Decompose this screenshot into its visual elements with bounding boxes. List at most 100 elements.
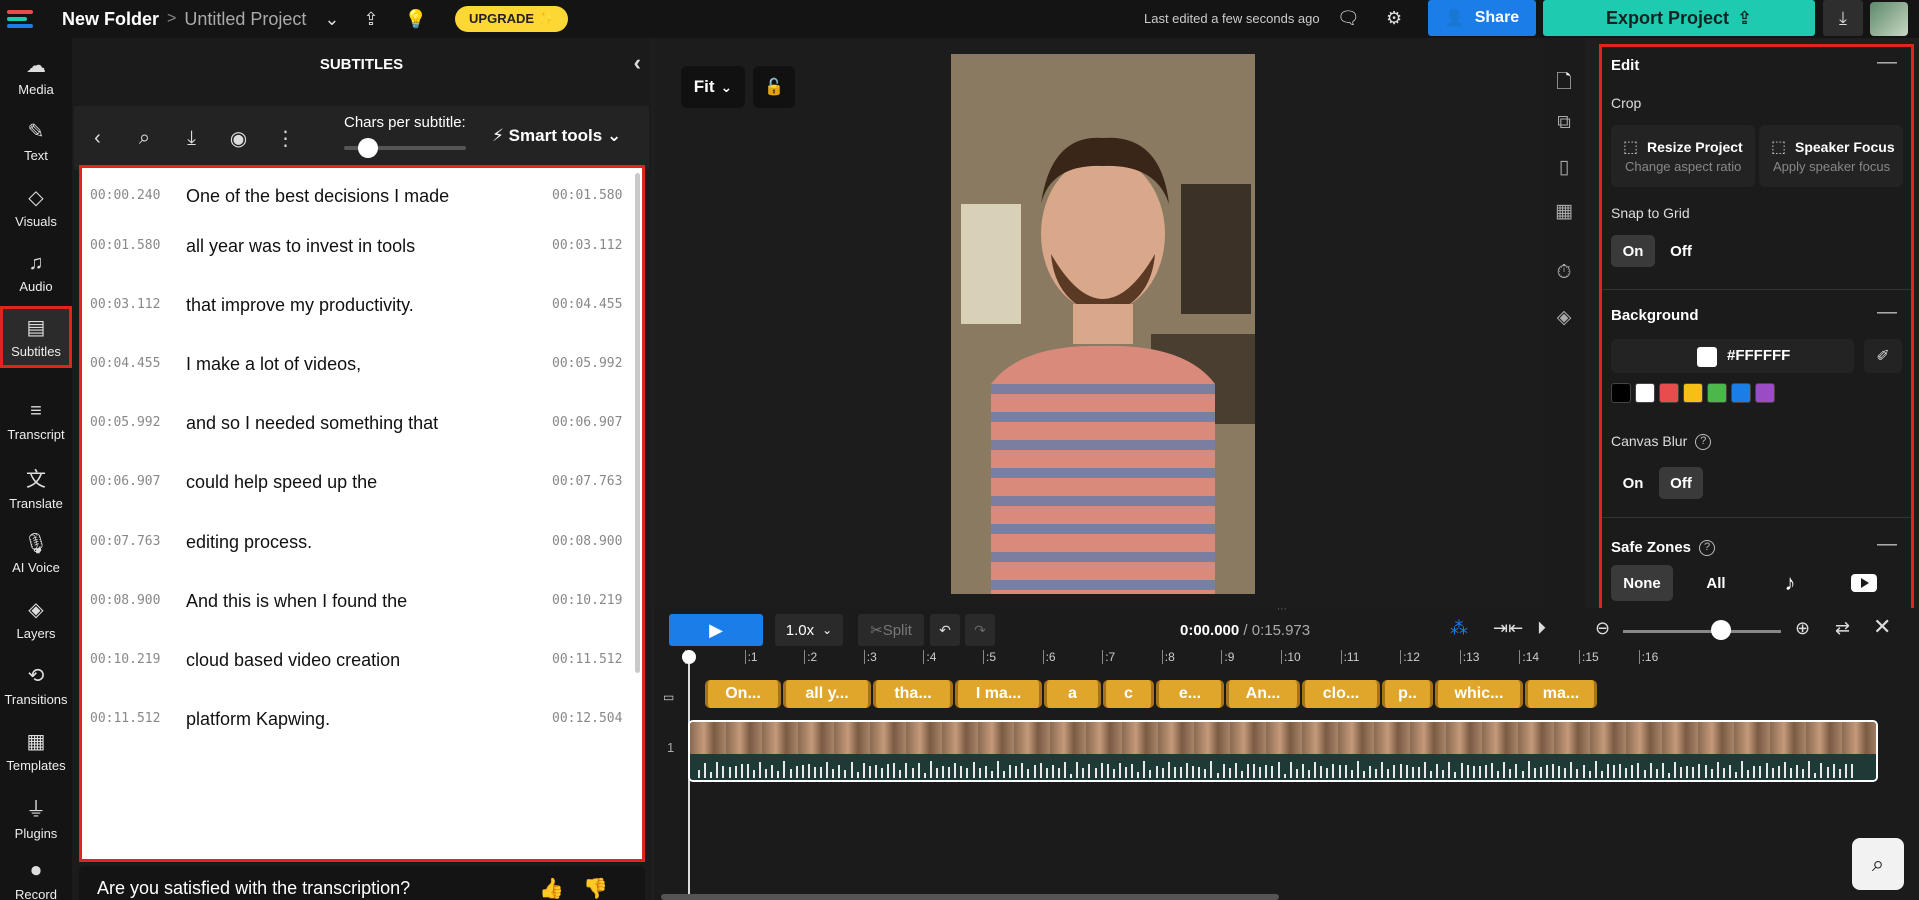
subtitle-clip[interactable]: all y... bbox=[783, 680, 871, 708]
sidebar-item-translate[interactable]: 文 Translate bbox=[0, 456, 72, 518]
palette-color-swatch[interactable] bbox=[1755, 383, 1775, 403]
palette-color-swatch[interactable] bbox=[1683, 383, 1703, 403]
subtitle-start-time[interactable]: 00:07.763 bbox=[90, 534, 160, 549]
search-icon[interactable]: ⌕ bbox=[121, 127, 168, 150]
timeline-horizontal-scrollbar[interactable] bbox=[661, 894, 1279, 900]
subtitle-start-time[interactable]: 00:10.219 bbox=[90, 652, 160, 667]
subtitle-row[interactable]: 00:11.512 platform Kapwing. 00:12.504 bbox=[82, 709, 642, 783]
comment-icon[interactable]: 🗨 bbox=[1337, 8, 1360, 29]
help-icon[interactable]: ? bbox=[1699, 540, 1716, 557]
layers-icon[interactable]: ◈ bbox=[1543, 306, 1585, 329]
kapwing-logo[interactable] bbox=[0, 0, 40, 38]
thumbs-up-icon[interactable]: 👍 bbox=[539, 876, 564, 900]
minus-icon[interactable]: — bbox=[1877, 533, 1897, 556]
avatar[interactable] bbox=[1870, 2, 1908, 36]
sidebar-item-record[interactable]: ⏺ Record bbox=[0, 850, 72, 900]
subtitle-end-time[interactable]: 00:07.763 bbox=[552, 474, 622, 489]
timeline-ruler[interactable]: 0:1:2:3:4:5:6:7:8:9:10:11:12:13:14:15:16 bbox=[655, 650, 1919, 670]
subtitle-clip[interactable]: c bbox=[1103, 680, 1154, 708]
share-button[interactable]: 👤 Share bbox=[1428, 0, 1536, 36]
subtitle-clip[interactable]: I ma... bbox=[955, 680, 1042, 708]
snap-on-toggle[interactable]: On bbox=[1611, 235, 1655, 267]
sidebar-item-text[interactable]: ✎ Text bbox=[0, 110, 72, 172]
subtitle-start-time[interactable]: 00:11.512 bbox=[90, 711, 160, 726]
fit-timeline-icon[interactable]: ⇥⇤ bbox=[1493, 618, 1523, 639]
grid-icon[interactable]: ▦ bbox=[1543, 200, 1585, 223]
subtitle-text[interactable]: platform Kapwing. bbox=[186, 709, 330, 730]
resize-project-button[interactable]: ⬚ Resize Project Change aspect ratio bbox=[1611, 125, 1755, 187]
subtitle-start-time[interactable]: 00:00.240 bbox=[90, 188, 160, 203]
eyedropper-icon[interactable]: ✐ bbox=[1864, 339, 1902, 373]
subtitle-text[interactable]: And this is when I found the bbox=[186, 591, 407, 612]
speaker-focus-button[interactable]: ⬚ Speaker Focus Apply speaker focus bbox=[1759, 125, 1903, 187]
subtitle-clip[interactable]: tha... bbox=[873, 680, 953, 708]
blur-off-toggle[interactable]: Off bbox=[1659, 467, 1703, 499]
subtitle-text[interactable]: that improve my productivity. bbox=[186, 295, 414, 316]
subtitle-end-time[interactable]: 00:10.219 bbox=[552, 593, 622, 608]
swap-icon[interactable]: ⇄ bbox=[1835, 618, 1850, 639]
undo-icon[interactable]: ↶ bbox=[930, 614, 960, 646]
subtitle-clip[interactable]: a bbox=[1044, 680, 1101, 708]
subtitle-clip[interactable]: p.. bbox=[1382, 680, 1433, 708]
subtitle-text[interactable]: could help speed up the bbox=[186, 472, 377, 493]
video-preview[interactable] bbox=[951, 54, 1255, 594]
upload-icon[interactable]: ⇪ bbox=[364, 9, 379, 30]
timer-icon[interactable]: ⏱ bbox=[1543, 262, 1585, 284]
safe-zone-all-button[interactable]: All bbox=[1685, 565, 1747, 601]
subtitle-clip[interactable]: clo... bbox=[1302, 680, 1380, 708]
subtitle-start-time[interactable]: 00:05.992 bbox=[90, 415, 160, 430]
subtitle-start-time[interactable]: 00:06.907 bbox=[90, 474, 160, 489]
sidebar-item-plugins[interactable]: ⏚ Plugins bbox=[0, 786, 72, 848]
subtitle-clip[interactable]: whic... bbox=[1435, 680, 1523, 708]
subtitle-start-time[interactable]: 00:01.580 bbox=[90, 238, 160, 253]
subtitle-end-time[interactable]: 00:04.455 bbox=[552, 297, 622, 312]
sidebar-item-transcript[interactable]: ≡ Transcript bbox=[0, 390, 72, 452]
split-button[interactable]: ✂ Split bbox=[858, 614, 924, 646]
upgrade-button[interactable]: UPGRADE ✨ bbox=[455, 6, 568, 32]
collapse-panel-icon[interactable]: ‹ bbox=[634, 50, 641, 76]
sidebar-item-layers[interactable]: ◈ Layers bbox=[0, 588, 72, 650]
minus-icon[interactable]: — bbox=[1877, 51, 1897, 74]
subtitle-clip[interactable]: ma... bbox=[1525, 680, 1597, 708]
blur-on-toggle[interactable]: On bbox=[1611, 467, 1655, 499]
palette-color-swatch[interactable] bbox=[1635, 383, 1655, 403]
subtitle-text[interactable]: editing process. bbox=[186, 532, 312, 553]
tiktok-icon[interactable]: ♪ bbox=[1759, 565, 1821, 601]
smart-tools-button[interactable]: ⚡ Smart tools ⌄ bbox=[492, 126, 621, 146]
subtitle-clip[interactable]: On... bbox=[705, 680, 781, 708]
eye-icon[interactable]: ◉ bbox=[215, 126, 262, 151]
more-vertical-icon[interactable]: ⋮ bbox=[262, 126, 309, 151]
document-icon[interactable]: 🗋 bbox=[1543, 68, 1585, 100]
subtitle-end-time[interactable]: 00:06.907 bbox=[552, 415, 622, 430]
fit-dropdown[interactable]: Fit ⌄ bbox=[681, 66, 745, 108]
play-button[interactable]: ▶ bbox=[669, 614, 763, 646]
subtitle-text[interactable]: cloud based video creation bbox=[186, 650, 400, 671]
download-button[interactable]: ⤓ bbox=[1823, 0, 1863, 36]
thumbs-down-icon[interactable]: 👎 bbox=[583, 876, 608, 900]
safe-zone-none-button[interactable]: None bbox=[1611, 565, 1673, 601]
minus-icon[interactable]: — bbox=[1877, 301, 1897, 324]
chevron-down-icon[interactable]: ⌄ bbox=[324, 9, 339, 30]
zoom-in-icon[interactable]: ⊕ bbox=[1795, 618, 1810, 639]
playback-icon[interactable]: ⏵ bbox=[1537, 618, 1546, 639]
subtitle-end-time[interactable]: 00:05.992 bbox=[552, 356, 622, 371]
playback-speed-dropdown[interactable]: 1.0x ⌄ bbox=[775, 614, 843, 646]
unlock-icon[interactable]: 🔓 bbox=[753, 66, 795, 108]
help-icon[interactable]: ? bbox=[1695, 434, 1712, 451]
gear-icon[interactable]: ⚙ bbox=[1386, 8, 1402, 29]
subtitle-end-time[interactable]: 00:08.900 bbox=[552, 534, 622, 549]
redo-icon[interactable]: ↷ bbox=[965, 614, 995, 646]
close-icon[interactable]: ✕ bbox=[1873, 614, 1891, 640]
subtitle-clip[interactable]: e... bbox=[1156, 680, 1224, 708]
zoom-slider[interactable] bbox=[1623, 630, 1781, 633]
copy-icon[interactable]: ⧉ bbox=[1543, 112, 1585, 134]
palette-color-swatch[interactable] bbox=[1659, 383, 1679, 403]
slider-handle[interactable] bbox=[358, 138, 378, 158]
zoom-slider-handle[interactable] bbox=[1711, 620, 1731, 640]
youtube-icon[interactable] bbox=[1833, 565, 1895, 601]
magnet-snap-icon[interactable]: ⁂ bbox=[1450, 618, 1468, 639]
subtitle-text[interactable]: and so I needed something that bbox=[186, 413, 438, 434]
export-project-button[interactable]: Export Project ⇪ bbox=[1543, 0, 1815, 36]
sidebar-item-transitions[interactable]: ⟲ Transitions bbox=[0, 654, 72, 716]
sidebar-item-audio[interactable]: ♫ Audio bbox=[0, 242, 72, 304]
